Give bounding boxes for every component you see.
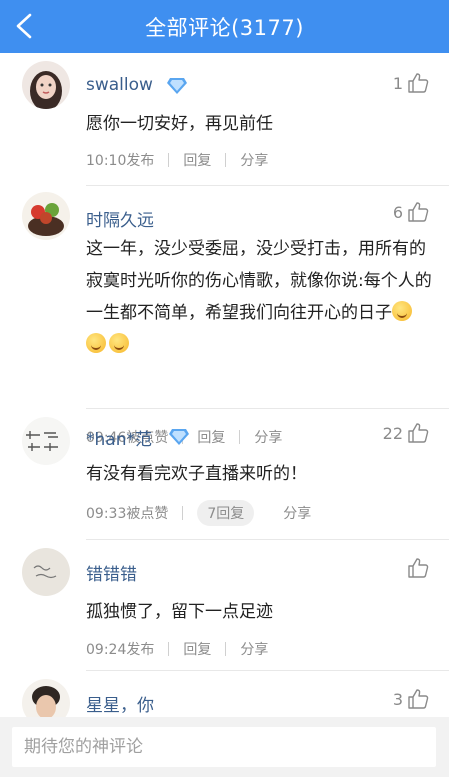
smile-emoji-icon bbox=[109, 333, 129, 353]
comment-text: 愿你一切安好，再见前任 bbox=[86, 114, 273, 134]
separator bbox=[168, 153, 170, 167]
back-arrow-icon[interactable] bbox=[14, 13, 38, 39]
diamond-icon bbox=[169, 429, 189, 445]
comment-time: 10:10发布 bbox=[86, 153, 155, 169]
comment-text-content: 这一年，没少受委屈，没少受打击，用所有的寂寞时光听你的伤心情歌，就像你说:每个人… bbox=[86, 239, 432, 323]
comment-text: 这一年，没少受委屈，没少受打击，用所有的寂寞时光听你的伤心情歌，就像你说:每个人… bbox=[86, 233, 432, 361]
reply-button[interactable]: 回复 bbox=[183, 150, 211, 170]
username[interactable]: *han*范 bbox=[86, 425, 152, 450]
username[interactable]: 星星，你 bbox=[86, 691, 154, 716]
comment-time: 09:24发布 bbox=[86, 642, 155, 658]
top-bar: 全部评论(3177) bbox=[0, 0, 449, 53]
separator bbox=[268, 506, 269, 520]
thumbs-up-icon bbox=[408, 202, 429, 222]
like-button[interactable]: 1 bbox=[393, 72, 429, 94]
comment-text: 孤独惯了，留下一点足迹 bbox=[86, 602, 273, 622]
like-count: 3 bbox=[392, 689, 403, 709]
thumbs-up-icon bbox=[408, 423, 429, 443]
share-button[interactable]: 分享 bbox=[254, 427, 282, 447]
divider bbox=[86, 185, 449, 186]
avatar[interactable] bbox=[22, 548, 70, 596]
username[interactable]: swallow bbox=[86, 75, 153, 95]
share-button[interactable]: 分享 bbox=[283, 503, 311, 523]
avatar[interactable] bbox=[22, 679, 70, 717]
comment-input-bar bbox=[0, 717, 449, 777]
avatar[interactable] bbox=[22, 417, 70, 465]
share-button[interactable]: 分享 bbox=[240, 150, 268, 170]
divider bbox=[86, 670, 449, 671]
like-button[interactable] bbox=[403, 557, 429, 579]
comment-meta: 09:24发布 回复 分享 bbox=[86, 639, 268, 659]
like-count: 6 bbox=[392, 202, 403, 222]
comment-input[interactable] bbox=[12, 727, 436, 767]
separator bbox=[239, 430, 241, 444]
username[interactable]: 错错错 bbox=[86, 560, 137, 585]
comment-time: 09:33被点赞 bbox=[86, 506, 169, 522]
avatar[interactable] bbox=[22, 61, 70, 109]
thumbs-up-icon bbox=[408, 558, 429, 578]
like-button[interactable]: 6 bbox=[393, 201, 429, 223]
separator bbox=[225, 642, 227, 656]
separator bbox=[225, 153, 227, 167]
like-button[interactable]: 22 bbox=[383, 422, 429, 444]
reply-button[interactable]: 回复 bbox=[197, 427, 225, 447]
thumbs-up-icon bbox=[408, 689, 429, 709]
page-title: 全部评论(3177) bbox=[145, 15, 304, 40]
like-count: 22 bbox=[382, 423, 403, 443]
reply-button[interactable]: 回复 bbox=[183, 639, 211, 659]
like-button[interactable]: 3 bbox=[393, 688, 429, 710]
separator bbox=[168, 642, 170, 656]
separator bbox=[182, 506, 184, 520]
avatar[interactable] bbox=[22, 192, 70, 240]
like-count: 1 bbox=[392, 73, 403, 93]
comment-meta: 09:33被点赞 7回复 分享 bbox=[86, 500, 311, 526]
smile-emoji-icon bbox=[392, 301, 412, 321]
diamond-icon bbox=[167, 78, 187, 94]
comment-meta: 10:10发布 回复 分享 bbox=[86, 150, 268, 170]
reply-button[interactable]: 7回复 bbox=[197, 500, 255, 526]
comment-list[interactable]: swallow 1 愿你一切安好，再见前任 10:10发布 回复 分享 时隔久远… bbox=[0, 53, 449, 717]
divider bbox=[86, 408, 449, 409]
comment-text: 有没有看完欢子直播来听的！ bbox=[86, 464, 307, 484]
username[interactable]: 时隔久远 bbox=[86, 206, 154, 231]
thumbs-up-icon bbox=[408, 73, 429, 93]
share-button[interactable]: 分享 bbox=[240, 639, 268, 659]
smile-emoji-icon bbox=[86, 333, 106, 353]
divider bbox=[86, 539, 449, 540]
